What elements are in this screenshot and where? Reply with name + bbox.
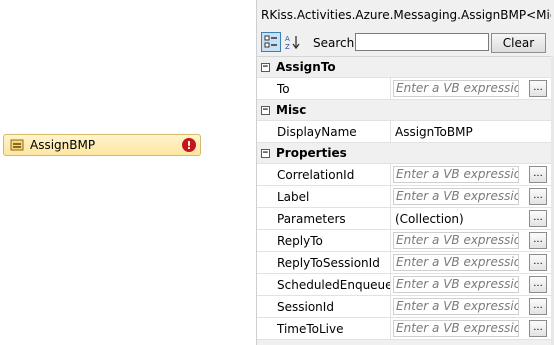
clear-button[interactable]: Clear	[491, 33, 546, 53]
property-row-displayname[interactable]: DisplayName AssignToBMP	[257, 121, 551, 143]
sort-alphabetical-button[interactable]: A Z	[283, 32, 303, 52]
categorize-button[interactable]	[261, 32, 281, 52]
property-value-cell[interactable]: (Collection)...	[391, 208, 551, 229]
ellipsis-button[interactable]: ...	[529, 298, 547, 315]
property-value-cell[interactable]: Enter a VB expression...	[391, 252, 551, 273]
property-row-timetolive[interactable]: TimeToLive Enter a VB expression...	[257, 318, 551, 340]
ellipsis-button[interactable]: ...	[529, 320, 547, 337]
activity-label: AssignBMP	[30, 138, 96, 152]
vb-expression-input[interactable]: Enter a VB expression	[393, 80, 519, 97]
assign-activity-icon	[10, 139, 24, 151]
property-row-replyto[interactable]: ReplyTo Enter a VB expression...	[257, 230, 551, 252]
vb-expression-input[interactable]: Enter a VB expression	[393, 188, 519, 205]
property-row-replytosessionid[interactable]: ReplyToSessionId Enter a VB expression...	[257, 252, 551, 274]
property-name: CorrelationId	[257, 164, 391, 185]
property-value-cell[interactable]: Enter a VB expression...	[391, 186, 551, 207]
properties-panel: RKiss.Activities.Azure.Messaging.AssignB…	[256, 0, 554, 345]
search-input[interactable]	[355, 33, 489, 51]
vb-expression-input[interactable]: Enter a VB expression	[393, 254, 519, 271]
property-row-parameters[interactable]: Parameters (Collection)...	[257, 208, 551, 230]
category-properties[interactable]: − Properties	[257, 143, 551, 164]
category-label: Misc	[276, 103, 307, 117]
collapse-icon[interactable]: −	[261, 148, 270, 158]
property-grid: − AssignTo To Enter a VB expression... − Misc…	[257, 56, 551, 340]
vb-expression-input[interactable]: Enter a VB expression	[393, 276, 519, 293]
property-row-sessionid[interactable]: SessionId Enter a VB expression...	[257, 296, 551, 318]
property-row-label[interactable]: Label Enter a VB expression...	[257, 186, 551, 208]
ellipsis-button[interactable]: ...	[529, 232, 547, 249]
property-value-cell[interactable]: Enter a VB expression...	[391, 230, 551, 251]
property-value-cell[interactable]: Enter a VB expression...	[391, 296, 551, 317]
ellipsis-button[interactable]: ...	[529, 276, 547, 293]
property-name: ReplyToSessionId	[257, 252, 391, 273]
property-name: Label	[257, 186, 391, 207]
property-name: TimeToLive	[257, 318, 391, 339]
assign-bmp-activity[interactable]: AssignBMP !	[3, 134, 201, 156]
property-value[interactable]: AssignToBMP	[391, 125, 473, 139]
ellipsis-button[interactable]: ...	[529, 188, 547, 205]
property-row-correlationid[interactable]: CorrelationId Enter a VB expression...	[257, 164, 551, 186]
svg-text:Z: Z	[285, 43, 290, 50]
vb-expression-input[interactable]: Enter a VB expression	[393, 166, 519, 183]
category-label: Properties	[276, 146, 347, 160]
validation-error-icon[interactable]: !	[182, 138, 196, 152]
category-assignto[interactable]: − AssignTo	[257, 57, 551, 78]
svg-text:A: A	[285, 35, 290, 43]
property-value-cell[interactable]: Enter a VB expression...	[391, 78, 551, 99]
vb-expression-input[interactable]: Enter a VB expression	[393, 320, 519, 337]
sort-az-icon: A Z	[285, 35, 300, 50]
property-name: ReplyTo	[257, 230, 391, 251]
property-toolbar: A Z Search: Clear	[257, 31, 554, 55]
property-row-scheduledenqueue[interactable]: ScheduledEnqueue...Enter a VB expression…	[257, 274, 551, 296]
category-misc[interactable]: − Misc	[257, 100, 551, 121]
property-name: ScheduledEnqueue...	[257, 274, 391, 295]
ellipsis-button[interactable]: ...	[529, 210, 547, 227]
category-label: AssignTo	[276, 60, 336, 74]
property-value-cell[interactable]: Enter a VB expression...	[391, 274, 551, 295]
collapse-icon[interactable]: −	[261, 62, 270, 72]
property-name: DisplayName	[257, 121, 391, 142]
panel-title: RKiss.Activities.Azure.Messaging.AssignB…	[261, 8, 551, 22]
property-name: SessionId	[257, 296, 391, 317]
collapse-icon[interactable]: −	[261, 105, 270, 115]
property-value[interactable]: (Collection)	[391, 212, 464, 226]
ellipsis-button[interactable]: ...	[529, 254, 547, 271]
property-name: To	[257, 78, 391, 99]
property-value-cell[interactable]: Enter a VB expression...	[391, 164, 551, 185]
property-row-to[interactable]: To Enter a VB expression...	[257, 78, 551, 100]
ellipsis-button[interactable]: ...	[529, 80, 547, 97]
categorized-view-icon	[264, 35, 277, 48]
property-value-cell[interactable]: Enter a VB expression...	[391, 318, 551, 339]
vb-expression-input[interactable]: Enter a VB expression	[393, 232, 519, 249]
property-name: Parameters	[257, 208, 391, 229]
vb-expression-input[interactable]: Enter a VB expression	[393, 298, 519, 315]
property-value-cell[interactable]: AssignToBMP	[391, 121, 551, 142]
ellipsis-button[interactable]: ...	[529, 166, 547, 183]
search-label: Search:	[313, 36, 359, 50]
